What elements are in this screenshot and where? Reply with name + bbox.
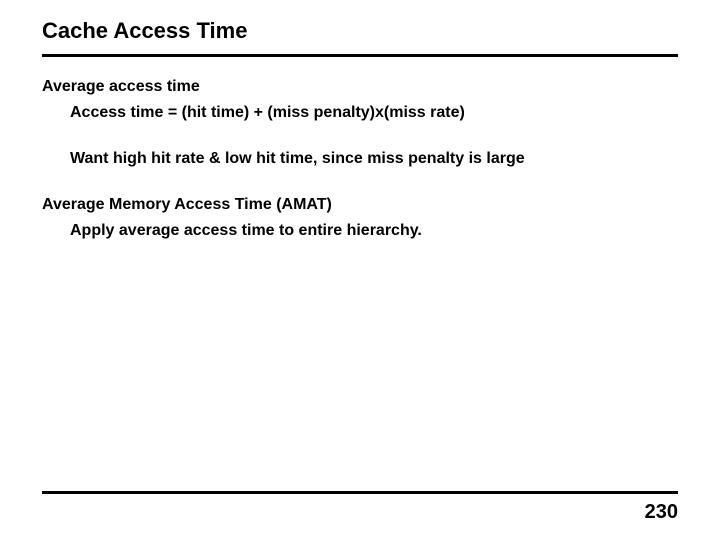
spacer [42,171,678,193]
section1-heading: Average access time [42,75,678,99]
section2-heading: Average Memory Access Time (AMAT) [42,193,678,217]
section2-line1: Apply average access time to entire hier… [70,219,678,243]
section1-line1: Access time = (hit time) + (miss penalty… [70,101,678,125]
footer-divider [42,491,678,494]
title-divider [42,54,678,57]
slide-content: Average access time Access time = (hit t… [42,75,678,243]
slide-container: Cache Access Time Average access time Ac… [0,0,720,540]
section1-line2: Want high hit rate & low hit time, since… [70,147,678,171]
spacer [42,125,678,147]
page-number: 230 [645,501,678,524]
slide-title: Cache Access Time [42,18,678,44]
